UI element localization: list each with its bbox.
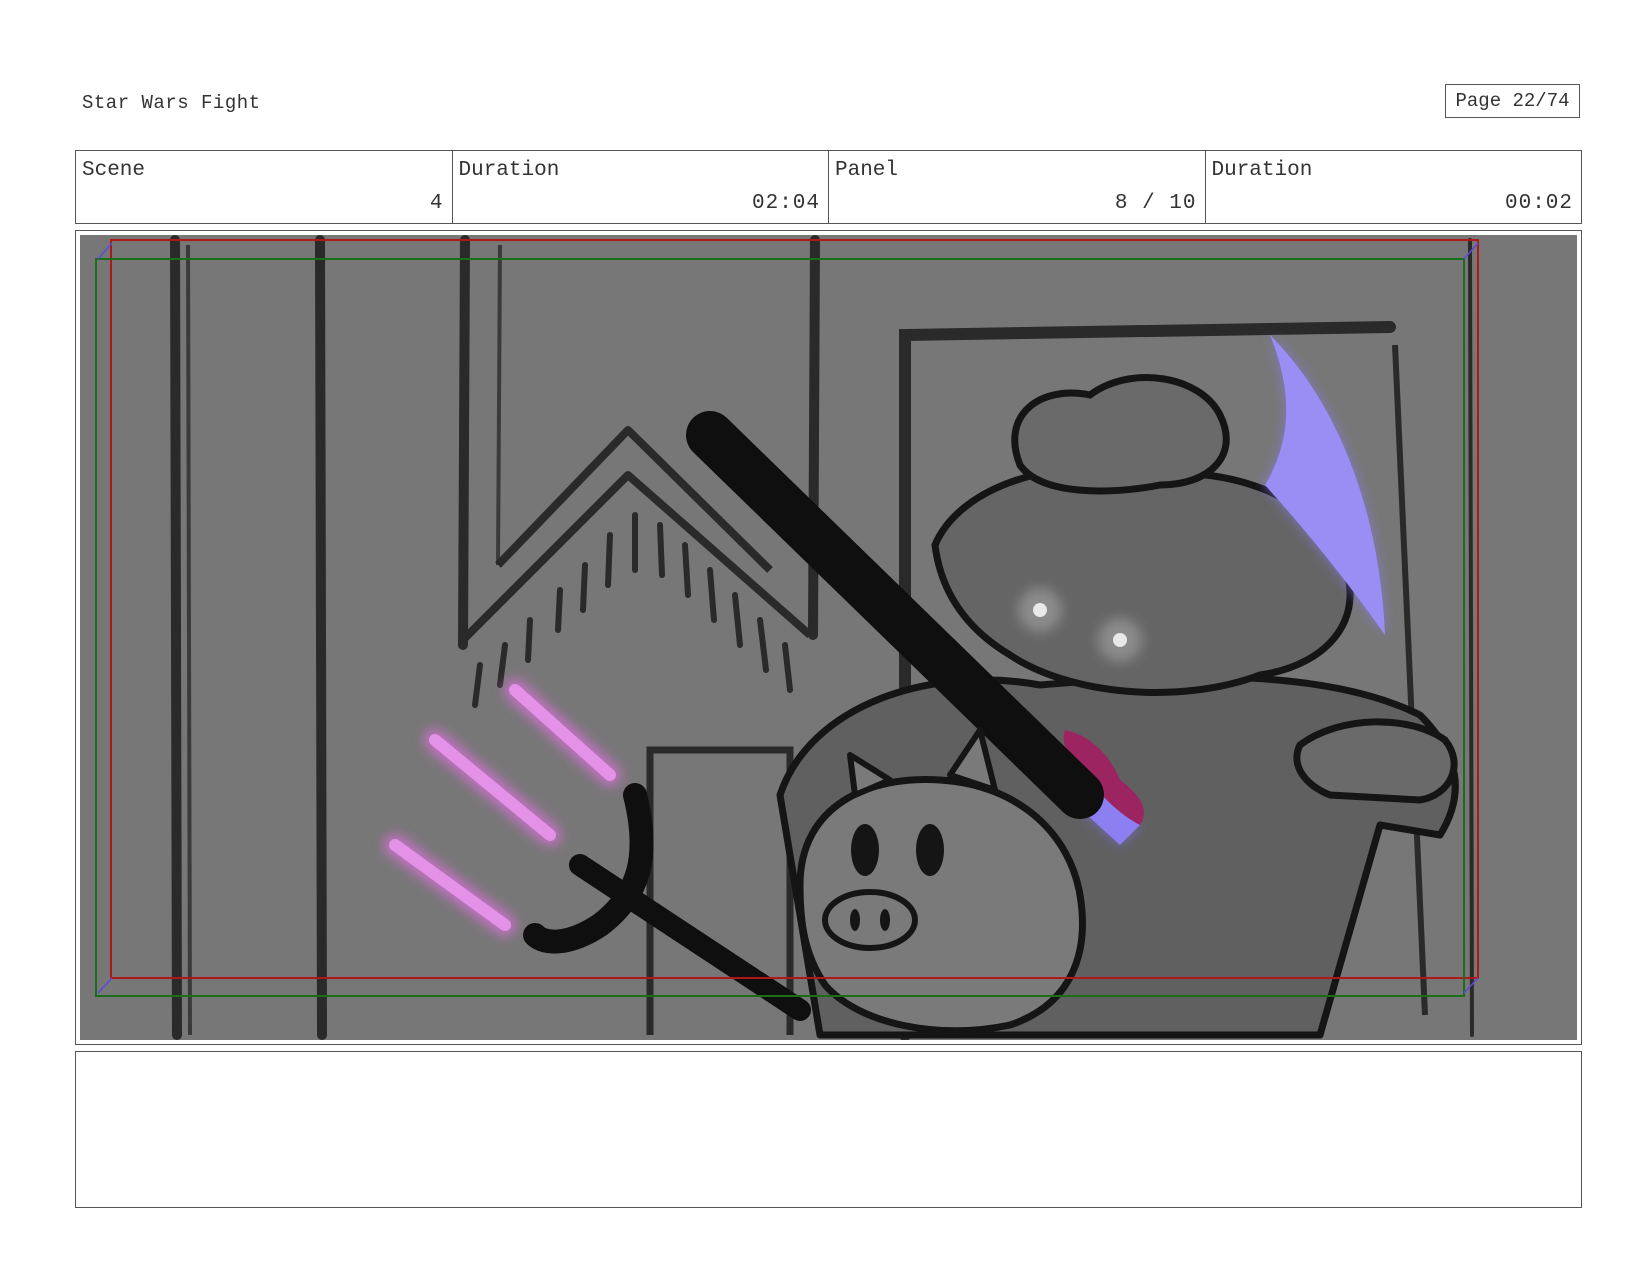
panel-duration-value: 00:02: [1504, 192, 1573, 215]
panel-label: Panel: [835, 159, 899, 182]
scene-duration-cell: Duration 02:04: [453, 151, 829, 223]
panel-duration-label: Duration: [1211, 159, 1313, 182]
storyboard-panel: [75, 230, 1582, 1045]
panel-value: 8 / 10: [1114, 192, 1197, 215]
scene-duration-label: Duration: [458, 159, 560, 182]
scene-cell: Scene 4: [76, 151, 453, 223]
scene-duration-value: 02:04: [751, 192, 820, 215]
notes-box: [75, 1051, 1582, 1208]
info-row: Scene 4 Duration 02:04 Panel 8 / 10 Dura…: [75, 150, 1582, 224]
scene-label: Scene: [82, 159, 146, 182]
panel-cell: Panel 8 / 10: [829, 151, 1206, 223]
panel-duration-cell: Duration 00:02: [1206, 151, 1582, 223]
scene-value: 4: [429, 192, 444, 215]
page-number: Page 22/74: [1445, 84, 1580, 118]
document-title: Star Wars Fight: [82, 92, 261, 114]
seated-figure-hat: [1011, 374, 1230, 495]
panel-artwork: [80, 235, 1577, 1040]
seated-figure-fist: [1293, 718, 1458, 804]
